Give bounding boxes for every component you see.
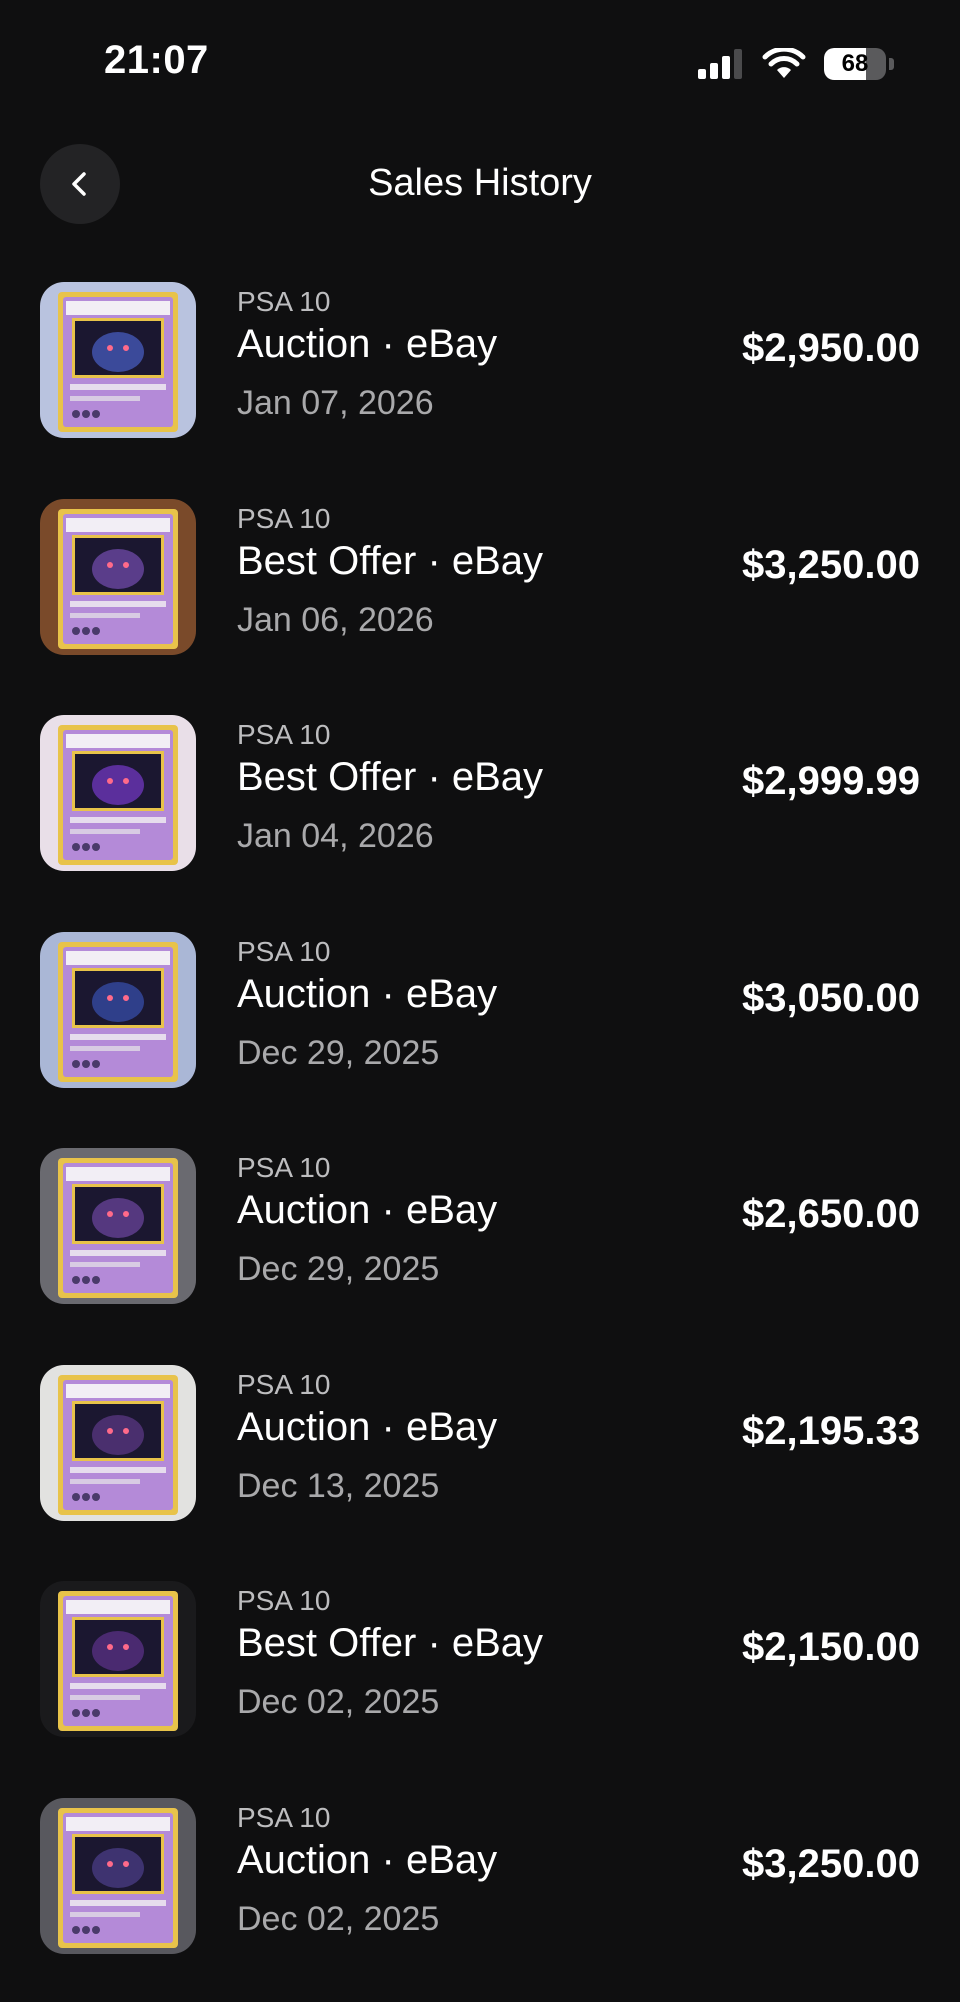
card-image bbox=[40, 715, 196, 871]
card-image bbox=[40, 932, 196, 1088]
battery-indicator: 68 bbox=[824, 47, 894, 81]
card-thumbnail[interactable] bbox=[40, 499, 196, 655]
sale-price: $2,150.00 bbox=[742, 1625, 920, 1670]
battery-tip bbox=[889, 58, 894, 70]
sale-type-platform: Auction · eBay bbox=[237, 1838, 497, 1883]
sale-row[interactable]: PSA 10 Best Offer · eBay Dec 02, 2025 $2,15… bbox=[0, 1569, 960, 1786]
page-title: Sales History bbox=[0, 162, 960, 205]
sale-grade: PSA 10 bbox=[237, 1369, 330, 1401]
sale-price: $2,650.00 bbox=[742, 1192, 920, 1237]
sale-grade: PSA 10 bbox=[237, 1585, 330, 1617]
sale-type-platform: Auction · eBay bbox=[237, 1188, 497, 1233]
card-thumbnail[interactable] bbox=[40, 1365, 196, 1521]
card-image bbox=[40, 1148, 196, 1304]
sale-row[interactable]: PSA 10 Best Offer · eBay Jan 04, 2026 $2,99… bbox=[0, 703, 960, 920]
sale-type-platform: Auction · eBay bbox=[237, 972, 497, 1017]
sale-type-platform: Auction · eBay bbox=[237, 1405, 497, 1450]
sale-date: Dec 13, 2025 bbox=[237, 1467, 439, 1506]
sale-date: Jan 04, 2026 bbox=[237, 817, 434, 856]
sale-price: $2,999.99 bbox=[742, 759, 920, 804]
status-time: 21:07 bbox=[104, 38, 209, 83]
sale-grade: PSA 10 bbox=[237, 1152, 330, 1184]
card-image bbox=[40, 282, 196, 438]
sale-date: Jan 07, 2026 bbox=[237, 384, 434, 423]
sale-row[interactable]: PSA 10 Auction · eBay Dec 13, 2025 $2,195.3… bbox=[0, 1353, 960, 1570]
sales-history-list: PSA 10 Auction · eBay Jan 07, 2026 $2,950.0… bbox=[0, 270, 960, 2002]
sale-grade: PSA 10 bbox=[237, 719, 330, 751]
cellular-signal-icon bbox=[698, 49, 744, 79]
nav-header: Sales History bbox=[0, 140, 960, 230]
sale-date: Dec 29, 2025 bbox=[237, 1250, 439, 1289]
status-bar: 21:07 68 bbox=[0, 0, 960, 120]
sale-grade: PSA 10 bbox=[237, 1802, 330, 1834]
sale-grade: PSA 10 bbox=[237, 503, 330, 535]
sale-type-platform: Best Offer · eBay bbox=[237, 1621, 543, 1666]
wifi-icon bbox=[762, 48, 806, 80]
card-image bbox=[40, 1365, 196, 1521]
card-image bbox=[40, 1798, 196, 1954]
sale-price: $3,250.00 bbox=[742, 543, 920, 588]
sale-row[interactable]: PSA 10 Auction · eBay Dec 29, 2025 $3,050.0… bbox=[0, 920, 960, 1137]
sale-price: $2,195.33 bbox=[742, 1409, 920, 1454]
sale-price: $3,050.00 bbox=[742, 976, 920, 1021]
status-icons: 68 bbox=[698, 46, 894, 82]
sale-type-platform: Best Offer · eBay bbox=[237, 539, 543, 584]
sale-date: Dec 02, 2025 bbox=[237, 1683, 439, 1722]
sale-row[interactable]: PSA 10 Auction · eBay Dec 29, 2025 $2,650.0… bbox=[0, 1136, 960, 1353]
sale-type-platform: Best Offer · eBay bbox=[237, 755, 543, 800]
sale-grade: PSA 10 bbox=[237, 936, 330, 968]
card-thumbnail[interactable] bbox=[40, 715, 196, 871]
sale-row[interactable]: PSA 10 Auction · eBay Jan 07, 2026 $2,950.0… bbox=[0, 270, 960, 487]
sale-date: Dec 02, 2025 bbox=[237, 1900, 439, 1939]
sale-date: Jan 06, 2026 bbox=[237, 601, 434, 640]
card-image bbox=[40, 1581, 196, 1737]
card-thumbnail[interactable] bbox=[40, 1148, 196, 1304]
card-thumbnail[interactable] bbox=[40, 1581, 196, 1737]
card-thumbnail[interactable] bbox=[40, 282, 196, 438]
sale-date: Dec 29, 2025 bbox=[237, 1034, 439, 1073]
card-image bbox=[40, 499, 196, 655]
card-thumbnail[interactable] bbox=[40, 1798, 196, 1954]
sale-price: $3,250.00 bbox=[742, 1842, 920, 1887]
sale-row[interactable]: PSA 10 Auction · eBay Dec 02, 2025 $3,250.0… bbox=[0, 1786, 960, 2002]
sale-type-platform: Auction · eBay bbox=[237, 322, 497, 367]
card-thumbnail[interactable] bbox=[40, 932, 196, 1088]
sale-grade: PSA 10 bbox=[237, 286, 330, 318]
battery-percent: 68 bbox=[824, 48, 886, 80]
sale-price: $2,950.00 bbox=[742, 326, 920, 371]
sale-row[interactable]: PSA 10 Best Offer · eBay Jan 06, 2026 $3,25… bbox=[0, 487, 960, 704]
